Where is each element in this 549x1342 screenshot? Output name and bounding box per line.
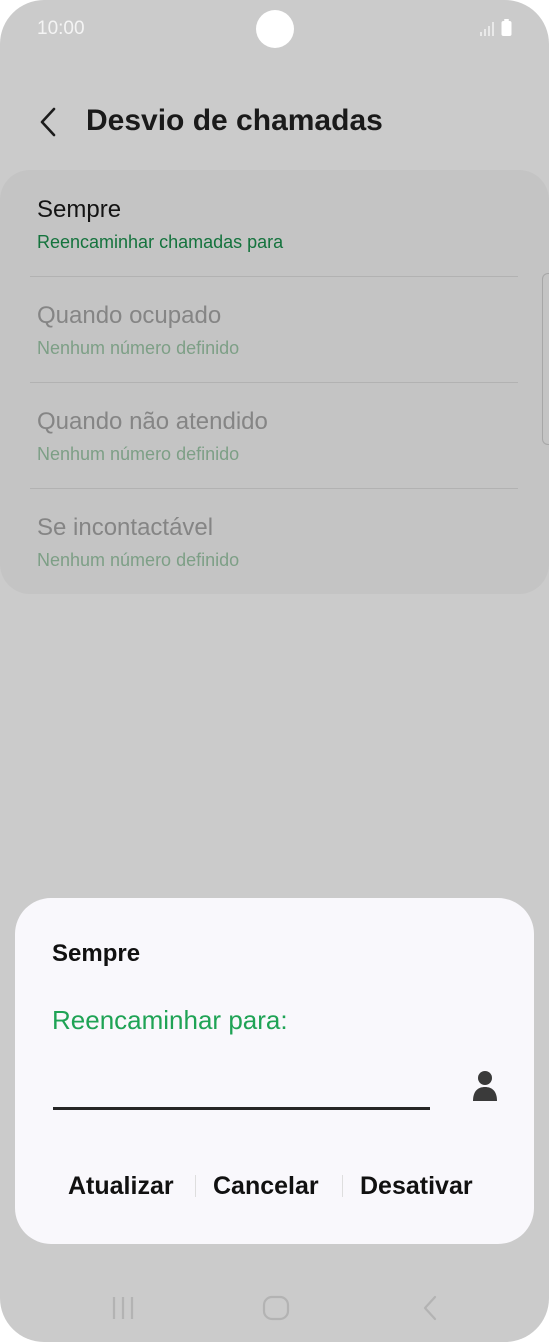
page-title: Desvio de chamadas [86, 104, 383, 137]
list-item-title: Se incontactável [37, 514, 214, 541]
header: Desvio de chamadas [0, 90, 549, 154]
contacts-button[interactable] [467, 1066, 503, 1106]
status-icons [479, 19, 515, 39]
recent-apps-button[interactable] [103, 1290, 143, 1326]
status-bar: 10:00 [0, 0, 549, 60]
list-item-subtitle: Reencaminhar chamadas para [37, 232, 284, 252]
home-icon [262, 1295, 290, 1321]
forwarding-options-list: Sempre Reencaminhar chamadas para Quando… [0, 170, 549, 594]
camera-cutout [256, 10, 294, 48]
phone-screen: 10:00 Desvio de chamadas Sempre Reencami… [0, 0, 549, 1342]
list-item-subtitle: Nenhum número definido [37, 338, 240, 358]
person-icon [473, 1071, 497, 1101]
update-button[interactable]: Atualizar [68, 1166, 174, 1206]
list-item-sempre[interactable]: Sempre Reencaminhar chamadas para [0, 170, 549, 276]
list-item-subtitle: Nenhum número definido [37, 444, 240, 464]
battery-icon [501, 19, 512, 36]
list-item-title: Sempre [37, 196, 122, 223]
forward-to-label: Reencaminhar para: [52, 1005, 288, 1035]
dialog-actions: Atualizar Cancelar Desativar [15, 1166, 534, 1206]
button-separator [342, 1175, 343, 1197]
list-item-quando-nao-atendido[interactable]: Quando não atendido Nenhum número defini… [0, 382, 549, 488]
back-icon [423, 1295, 437, 1321]
list-item-title: Quando não atendido [37, 408, 268, 435]
nav-back-button[interactable] [410, 1290, 450, 1326]
chevron-left-icon [40, 107, 56, 137]
list-item-quando-ocupado[interactable]: Quando ocupado Nenhum número definido [0, 276, 549, 382]
phone-number-input[interactable] [53, 1068, 430, 1110]
list-item-subtitle: Nenhum número definido [37, 550, 240, 570]
signal-icon [480, 22, 494, 36]
recent-apps-icon [112, 1297, 134, 1319]
status-time: 10:00 [37, 18, 85, 39]
disable-button[interactable]: Desativar [360, 1166, 473, 1206]
list-item-se-incontactavel[interactable]: Se incontactável Nenhum número definido [0, 488, 549, 594]
cancel-button[interactable]: Cancelar [213, 1166, 319, 1206]
scroll-handle[interactable] [542, 273, 549, 445]
home-button[interactable] [256, 1290, 296, 1326]
dialog-title: Sempre [52, 940, 141, 967]
button-separator [195, 1175, 196, 1197]
forward-dialog: Sempre Reencaminhar para: Atualizar Canc… [15, 898, 534, 1244]
navigation-bar [0, 1280, 549, 1336]
back-button[interactable] [30, 102, 66, 142]
list-item-title: Quando ocupado [37, 302, 222, 329]
